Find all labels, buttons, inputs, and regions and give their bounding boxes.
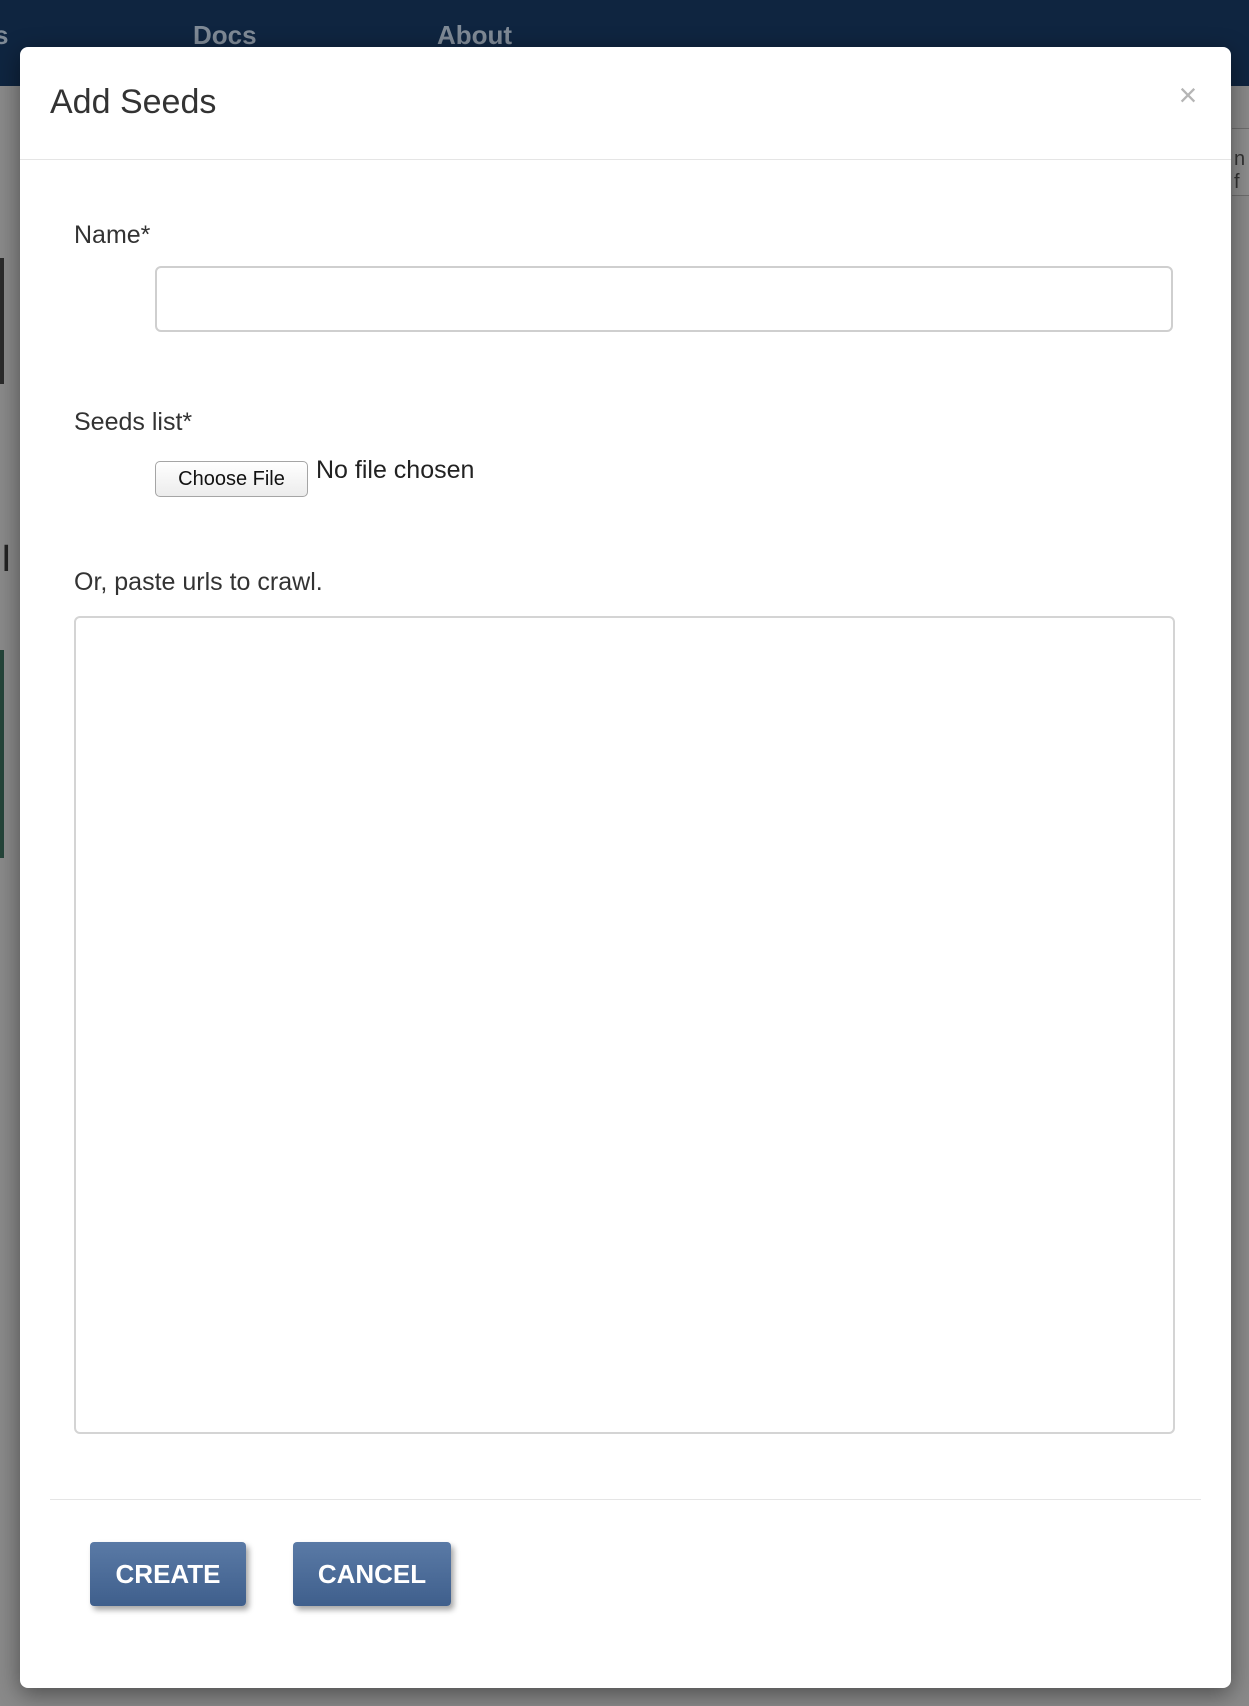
add-seeds-modal: Add Seeds × Name* Seeds list* Choose Fil… <box>20 47 1231 1688</box>
background-edge-glyph: I <box>1 538 12 580</box>
name-label: Name* <box>74 221 151 249</box>
choose-file-button[interactable]: Choose File <box>155 461 308 497</box>
nav-item-partial[interactable]: s <box>0 20 8 51</box>
name-input[interactable] <box>155 266 1173 332</box>
urls-textarea[interactable] <box>74 616 1175 1434</box>
footer-divider <box>50 1499 1201 1500</box>
cancel-button[interactable]: CANCEL <box>293 1542 451 1606</box>
file-status-text: No file chosen <box>316 456 475 484</box>
modal-header: Add Seeds × <box>20 47 1231 160</box>
seeds-list-label: Seeds list* <box>74 408 193 436</box>
background-edge-text: n f <box>1234 148 1246 193</box>
create-button[interactable]: CREATE <box>90 1542 246 1606</box>
close-icon[interactable]: × <box>1170 77 1206 113</box>
background-left-edge <box>0 650 4 858</box>
paste-urls-label: Or, paste urls to crawl. <box>74 568 323 596</box>
modal-title: Add Seeds <box>50 83 217 121</box>
background-left-edge <box>0 258 4 384</box>
